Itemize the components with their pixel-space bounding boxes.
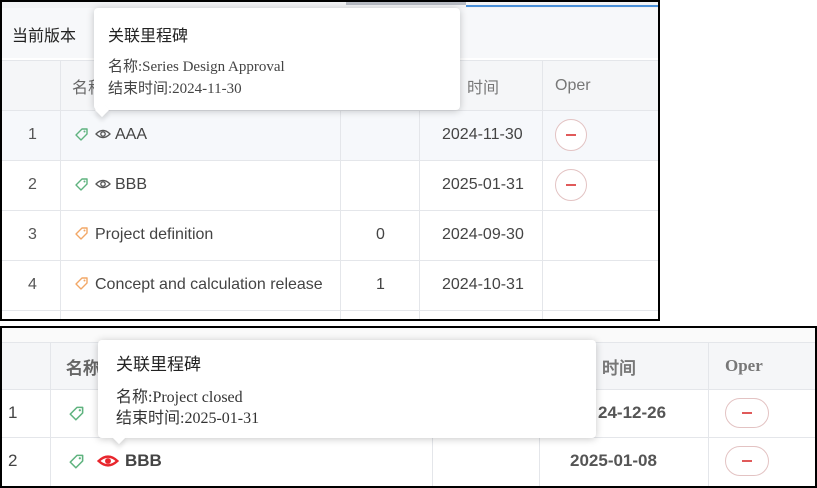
column-header-oper[interactable]: Oper	[725, 343, 763, 389]
remove-button[interactable]	[555, 119, 587, 151]
column-divider	[60, 61, 61, 319]
tag-icon	[74, 275, 90, 291]
row-index: 1	[8, 403, 18, 422]
row-divider	[2, 260, 658, 261]
column-header-oper[interactable]: Oper	[555, 61, 591, 110]
eye-icon[interactable]	[95, 177, 111, 191]
tag-icon	[68, 452, 86, 470]
eye-icon[interactable]	[95, 127, 111, 141]
row-index: 1	[28, 126, 37, 143]
row-name: Project definition	[95, 226, 214, 243]
eye-icon[interactable]	[97, 453, 119, 469]
row-index: 4	[28, 276, 37, 293]
tooltip-title: 关联里程碑	[116, 355, 201, 374]
row-date: 2025-01-31	[442, 176, 524, 193]
remove-button[interactable]	[725, 398, 769, 428]
tooltip-end-line: 结束时间:2024-11-30	[108, 81, 242, 97]
tooltip-end-line: 结束时间:2025-01-31	[116, 410, 260, 427]
row-name: BBB	[125, 451, 162, 470]
row-name: AAA	[115, 126, 148, 143]
column-header-time[interactable]: 时间	[467, 61, 499, 110]
milestone-tooltip: 关联里程碑 名称:Series Design Approval 结束时间:202…	[94, 8, 460, 110]
row-value: 1	[376, 276, 385, 293]
column-divider	[708, 342, 709, 486]
remove-button[interactable]	[555, 169, 587, 201]
tag-icon	[74, 176, 90, 192]
remove-button[interactable]	[725, 446, 769, 476]
tab-accent-line	[466, 5, 658, 7]
row-index: 2	[28, 176, 37, 193]
tab-active-indicator	[346, 2, 466, 5]
row-divider	[2, 310, 658, 311]
row-date: 2024-10-31	[442, 276, 524, 293]
version-label: 当前版本	[12, 28, 77, 45]
row-date: 2024-09-30	[442, 226, 524, 243]
row-name: Concept and calculation release	[95, 276, 323, 293]
panel-1: 当前版本 名称 时间 Oper 1 AAA 2024-11-30 2 BBB 2…	[0, 0, 660, 321]
column-header-name[interactable]: 名称	[66, 343, 100, 389]
column-header-time[interactable]: 时间	[602, 343, 636, 389]
row-date: 2024-11-30	[442, 126, 523, 143]
tag-icon	[74, 126, 90, 142]
tag-icon	[74, 225, 90, 241]
row-name: BBB	[115, 176, 148, 193]
milestone-tooltip: 关联里程碑 名称:Project closed 结束时间:2025-01-31	[98, 340, 596, 438]
row-divider	[2, 160, 658, 161]
tooltip-title: 关联里程碑	[108, 28, 189, 45]
row-divider	[2, 210, 658, 211]
row-date: 24-12-26	[598, 403, 667, 422]
row-index: 2	[8, 451, 18, 470]
row-value: 0	[376, 226, 385, 243]
column-divider	[542, 61, 543, 319]
row-date: 2025-01-08	[570, 451, 657, 470]
column-divider	[50, 342, 51, 486]
tag-icon	[68, 404, 86, 422]
panel-2: 名称 时间 Oper 1 24-12-26 2 BBB 2025-01-08 关…	[0, 326, 817, 488]
row-index: 3	[28, 226, 37, 243]
tooltip-name-line: 名称:Series Design Approval	[108, 59, 285, 75]
